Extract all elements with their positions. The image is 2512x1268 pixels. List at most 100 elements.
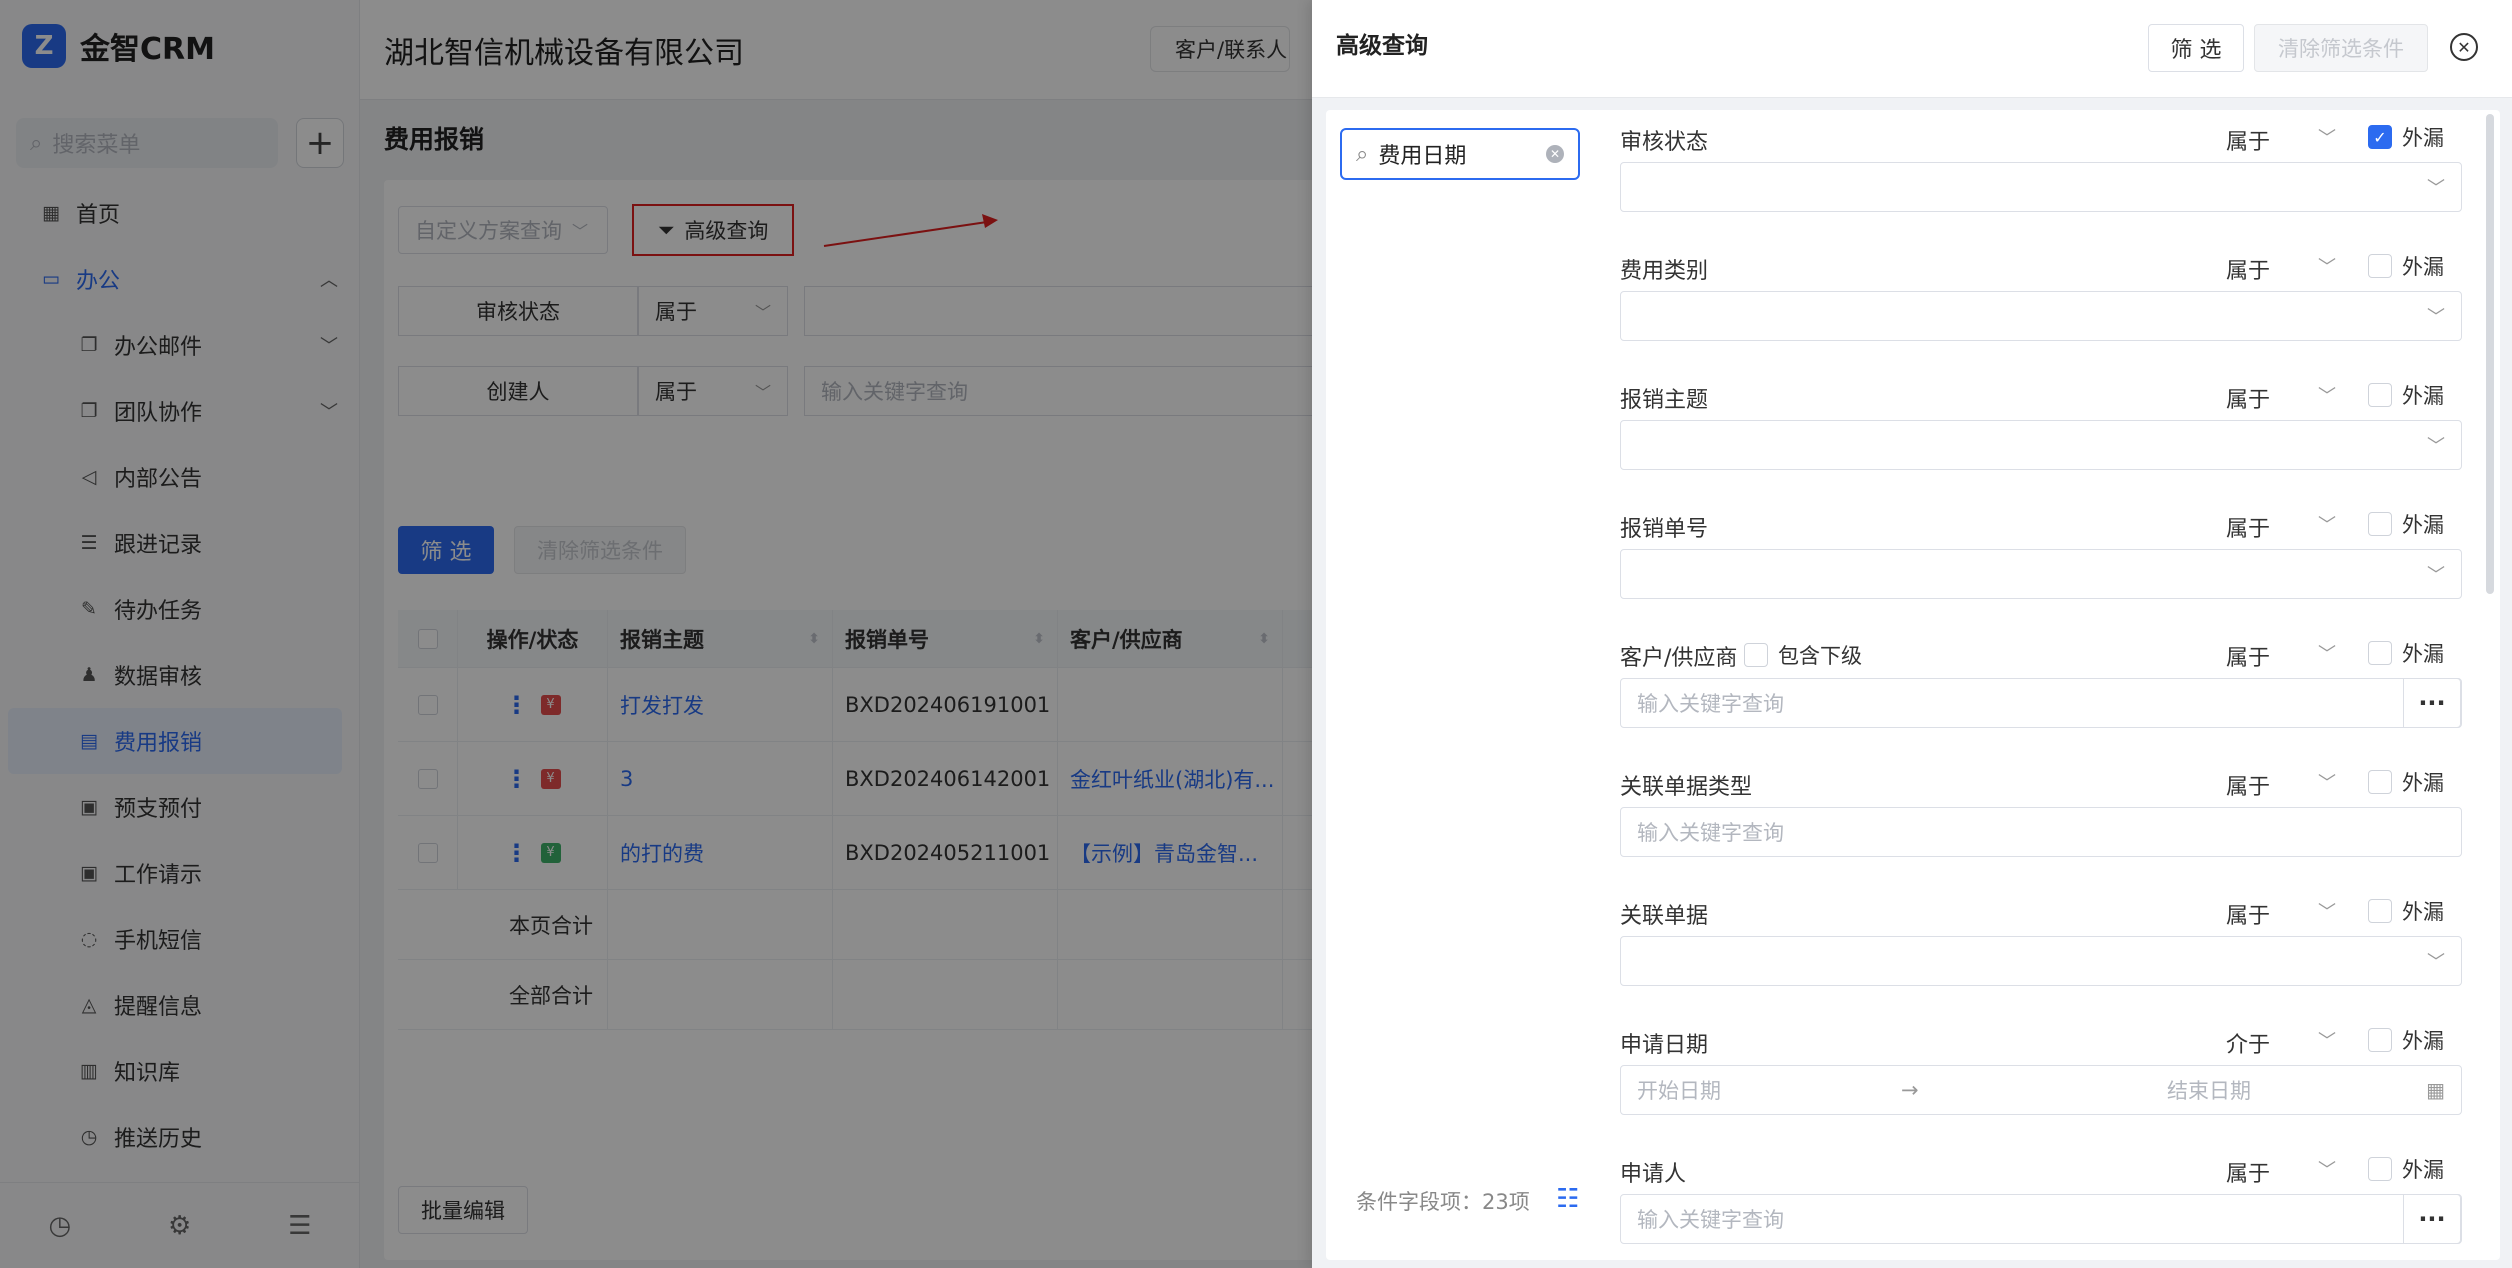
checkbox-box xyxy=(2368,641,2392,665)
drawer-body: ⌕ 费用日期 ✕ 条件字段项：23项 ☷ 审核状态 属于 ﹀ ✓ 外漏 ﹀ 费用类别… xyxy=(1326,110,2500,1260)
leak-checkbox[interactable]: 外漏 xyxy=(2368,251,2444,281)
modal-overlay[interactable] xyxy=(0,0,1312,1268)
field-operator-value: 属于 xyxy=(2226,388,2271,413)
field-operator-value: 属于 xyxy=(2226,1162,2271,1187)
field-operator-select[interactable]: 属于 ﹀ xyxy=(2226,769,2336,801)
include-sub-label: 包含下级 xyxy=(1778,644,1862,668)
close-icon[interactable]: ✕ xyxy=(2450,33,2478,61)
checkbox-box xyxy=(2368,1028,2392,1052)
field-operator-value: 介于 xyxy=(2226,1033,2271,1058)
field-label: 报销主题 xyxy=(1620,388,1709,413)
drawer-title: 高级查询 xyxy=(1336,33,1428,59)
field-audit-status: 审核状态 属于 ﹀ ✓ 外漏 ﹀ xyxy=(1620,116,2462,212)
leak-checkbox[interactable]: 外漏 xyxy=(2368,638,2444,668)
start-date-input[interactable]: 开始日期 xyxy=(1637,1075,1721,1105)
field-subject: 报销主题 属于 ﹀ 外漏 ﹀ xyxy=(1620,374,2462,470)
field-value-input[interactable]: 输入关键字查询 ··· xyxy=(1620,1194,2462,1244)
field-label: 关联单据类型 xyxy=(1620,775,1753,800)
leak-checkbox[interactable]: 外漏 xyxy=(2368,509,2444,539)
field-search-value: 费用日期 xyxy=(1378,144,1467,169)
checkbox-box xyxy=(2368,512,2392,536)
leak-checkbox[interactable]: 外漏 xyxy=(2368,1154,2444,1184)
field-placeholder: 输入关键字查询 xyxy=(1637,1208,1784,1232)
drawer-clear-button[interactable]: 清除筛选条件 xyxy=(2254,24,2428,72)
chevron-down-icon: ﹀ xyxy=(2427,952,2445,973)
leak-label: 外漏 xyxy=(2402,255,2444,279)
field-operator-select[interactable]: 属于 ﹀ xyxy=(2226,253,2336,285)
field-operator-select[interactable]: 属于 ﹀ xyxy=(2226,124,2336,156)
chevron-down-icon: ﹀ xyxy=(2427,565,2445,586)
field-related-doc: 关联单据 属于 ﹀ 外漏 ﹀ xyxy=(1620,890,2462,986)
search-icon: ⌕ xyxy=(1356,141,1369,167)
field-related-type: 关联单据类型 属于 ﹀ 外漏 输入关键字查询 xyxy=(1620,761,2462,857)
chevron-down-icon: ﹀ xyxy=(2427,307,2445,328)
leak-checkbox[interactable]: 外漏 xyxy=(2368,767,2444,797)
field-operator-select[interactable]: 属于 ﹀ xyxy=(2226,511,2336,543)
end-date-input[interactable]: 结束日期 xyxy=(2167,1075,2251,1105)
leak-label: 外漏 xyxy=(2402,384,2444,408)
field-label: 关联单据 xyxy=(1620,904,1709,929)
field-operator-value: 属于 xyxy=(2226,517,2271,542)
field-customer: 客户/供应商 包含下级 属于 ﹀ 外漏 输入关键字查询 ··· xyxy=(1620,632,2462,728)
drawer-filter-button[interactable]: 筛 选 xyxy=(2148,24,2244,72)
clear-icon[interactable]: ✕ xyxy=(1546,145,1564,163)
field-expense-type: 费用类别 属于 ﹀ 外漏 ﹀ xyxy=(1620,245,2462,341)
leak-checkbox[interactable]: 外漏 xyxy=(2368,1025,2444,1055)
check-icon: ✓ xyxy=(2368,125,2392,149)
leak-checkbox[interactable]: 外漏 xyxy=(2368,896,2444,926)
field-value-select[interactable]: ﹀ xyxy=(1620,162,2462,212)
field-search-input[interactable]: ⌕ 费用日期 ✕ xyxy=(1340,128,1580,180)
field-value-select[interactable]: ﹀ xyxy=(1620,420,2462,470)
chevron-down-icon: ﹀ xyxy=(2318,128,2336,149)
field-value-select[interactable]: ﹀ xyxy=(1620,291,2462,341)
checkbox-box xyxy=(2368,383,2392,407)
date-range-picker[interactable]: 开始日期 → 结束日期 ▦ xyxy=(1620,1065,2462,1115)
leak-label: 外漏 xyxy=(2402,1158,2444,1182)
include-sub-checkbox[interactable]: 包含下级 xyxy=(1744,640,1862,670)
scrollbar[interactable] xyxy=(2486,114,2494,594)
field-value-select[interactable]: ﹀ xyxy=(1620,549,2462,599)
checkbox-box xyxy=(1744,643,1768,667)
field-operator-select[interactable]: 属于 ﹀ xyxy=(2226,640,2336,672)
field-operator-select[interactable]: 属于 ﹀ xyxy=(2226,382,2336,414)
more-icon[interactable]: ··· xyxy=(2403,1194,2461,1244)
chevron-down-icon: ﹀ xyxy=(2427,178,2445,199)
field-label: 费用类别 xyxy=(1620,259,1709,284)
advanced-query-drawer: 高级查询 筛 选 清除筛选条件 ✕ ⌕ 费用日期 ✕ 条件字段项：23项 ☷ 审… xyxy=(1312,0,2512,1268)
field-operator-value: 属于 xyxy=(2226,904,2271,929)
field-value-select[interactable]: ﹀ xyxy=(1620,936,2462,986)
field-operator-value: 属于 xyxy=(2226,259,2271,284)
field-operator-select[interactable]: 介于 ﹀ xyxy=(2226,1027,2336,1059)
chevron-down-icon: ﹀ xyxy=(2318,1160,2336,1181)
leak-label: 外漏 xyxy=(2402,1029,2444,1053)
field-label: 申请人 xyxy=(1620,1162,1687,1187)
field-value-input[interactable]: 输入关键字查询 ··· xyxy=(1620,678,2462,728)
field-apply-date: 申请日期 介于 ﹀ 外漏 开始日期 → 结束日期 ▦ xyxy=(1620,1019,2462,1115)
chevron-down-icon: ﹀ xyxy=(2427,436,2445,457)
field-placeholder: 输入关键字查询 xyxy=(1637,692,1784,716)
condition-count: 条件字段项：23项 xyxy=(1356,1190,1530,1214)
chevron-down-icon: ﹀ xyxy=(2318,1031,2336,1052)
field-operator-select[interactable]: 属于 ﹀ xyxy=(2226,1156,2336,1188)
field-operator-select[interactable]: 属于 ﹀ xyxy=(2226,898,2336,930)
checkbox-box xyxy=(2368,1157,2392,1181)
field-label: 客户/供应商 xyxy=(1620,646,1738,671)
settings-sliders-icon[interactable]: ☷ xyxy=(1556,1184,1579,1214)
checkbox-box xyxy=(2368,254,2392,278)
leak-label: 外漏 xyxy=(2402,642,2444,666)
more-icon[interactable]: ··· xyxy=(2403,678,2461,728)
checkbox-box xyxy=(2368,899,2392,923)
leak-checkbox[interactable]: 外漏 xyxy=(2368,380,2444,410)
chevron-down-icon: ﹀ xyxy=(2318,902,2336,923)
field-value-input[interactable]: 输入关键字查询 xyxy=(1620,807,2462,857)
chevron-down-icon: ﹀ xyxy=(2318,644,2336,665)
leak-checkbox[interactable]: ✓ 外漏 xyxy=(2368,122,2444,152)
leak-label: 外漏 xyxy=(2402,900,2444,924)
field-label: 审核状态 xyxy=(1620,130,1709,155)
field-operator-value: 属于 xyxy=(2226,130,2271,155)
leak-label: 外漏 xyxy=(2402,771,2444,795)
chevron-down-icon: ﹀ xyxy=(2318,515,2336,536)
leak-label: 外漏 xyxy=(2402,126,2444,150)
field-operator-value: 属于 xyxy=(2226,646,2271,671)
checkbox-box xyxy=(2368,770,2392,794)
